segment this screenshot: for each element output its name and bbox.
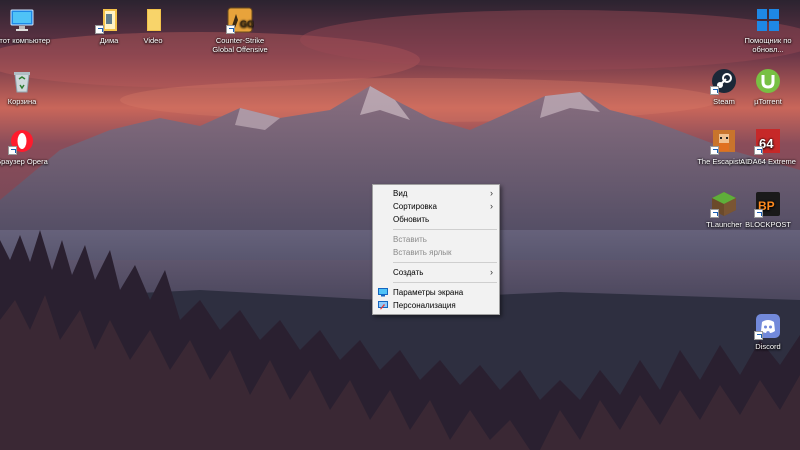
utorrent-icon xyxy=(754,67,782,95)
recycle-bin-icon xyxy=(8,67,36,95)
csgo-badge-text: GO xyxy=(240,19,254,29)
desktop-icon-label: µTorrent xyxy=(754,97,782,106)
shortcut-arrow-icon xyxy=(95,25,104,34)
desktop-icon-blockpost[interactable]: BP BLOCKPOST xyxy=(736,190,800,229)
personalization-icon xyxy=(378,301,388,310)
shortcut-arrow-icon xyxy=(226,25,235,34)
aida64-icon: 64 xyxy=(754,127,782,155)
menu-item-label: Обновить xyxy=(393,215,430,224)
menu-item-label: Персонализация xyxy=(393,301,456,310)
desktop-icon-aida64[interactable]: 64 AIDA64 Extreme xyxy=(736,127,800,166)
shortcut-arrow-icon xyxy=(754,146,763,155)
shortcut-arrow-icon xyxy=(710,146,719,155)
menu-item-label: Вставить xyxy=(393,235,427,244)
folder-icon xyxy=(95,6,123,34)
desktop-icon-label: Discord xyxy=(755,342,781,351)
menu-item-paste-shortcut: Вставить ярлык xyxy=(373,246,499,259)
folder-icon xyxy=(139,6,167,34)
chevron-right-icon: › xyxy=(490,201,493,211)
menu-item-view[interactable]: Вид › xyxy=(373,187,499,200)
shortcut-arrow-icon xyxy=(754,331,763,340)
desktop-icon-label: Браузер Opera xyxy=(0,157,48,166)
desktop-icon-folder-video[interactable]: Video xyxy=(121,6,185,45)
steam-icon xyxy=(710,67,738,95)
desktop-icon-label: Video xyxy=(143,36,163,45)
menu-separator xyxy=(393,282,497,283)
chevron-right-icon: › xyxy=(490,267,493,277)
desktop-icon-discord[interactable]: Discord xyxy=(736,312,800,351)
display-settings-icon xyxy=(378,288,388,297)
desktop-context-menu: Вид › Сортировка › Обновить Вставить Вст… xyxy=(372,184,500,315)
menu-separator xyxy=(393,262,497,263)
menu-separator xyxy=(393,229,497,230)
windows-update-assistant-icon xyxy=(754,6,782,34)
desktop[interactable]: Этот компьютер Корзина Браузер Opera Дим… xyxy=(0,0,800,450)
menu-item-paste: Вставить xyxy=(373,233,499,246)
blockpost-icon: BP xyxy=(754,190,782,218)
csgo-icon: GO xyxy=(226,6,254,34)
menu-item-label: Вставить ярлык xyxy=(393,248,452,257)
menu-item-label: Вид xyxy=(393,189,408,198)
menu-item-display-settings[interactable]: Параметры экрана xyxy=(373,286,499,299)
escapists-icon xyxy=(710,127,738,155)
shortcut-arrow-icon xyxy=(754,209,763,218)
desktop-icon-label: Counter-Strike Global Offensive xyxy=(212,36,268,54)
desktop-icon-label: BLOCKPOST xyxy=(745,220,791,229)
desktop-icon-csgo[interactable]: GO Counter-Strike Global Offensive xyxy=(208,6,272,54)
desktop-icon-update-assistant[interactable]: Помощник по обновл... xyxy=(736,6,800,54)
menu-item-label: Параметры экрана xyxy=(393,288,464,297)
menu-item-refresh[interactable]: Обновить xyxy=(373,213,499,226)
desktop-icon-label: Помощник по обновл... xyxy=(744,36,792,54)
desktop-icon-utorrent[interactable]: µTorrent xyxy=(736,67,800,106)
menu-item-new[interactable]: Создать › xyxy=(373,266,499,279)
shortcut-arrow-icon xyxy=(710,86,719,95)
menu-item-label: Сортировка xyxy=(393,202,437,211)
desktop-icon-opera[interactable]: Браузер Opera xyxy=(0,127,54,166)
desktop-icon-label: Корзина xyxy=(7,97,37,106)
desktop-icon-this-pc[interactable]: Этот компьютер xyxy=(0,6,54,45)
shortcut-arrow-icon xyxy=(710,209,719,218)
chevron-right-icon: › xyxy=(490,188,493,198)
menu-item-personalization[interactable]: Персонализация xyxy=(373,299,499,312)
shortcut-arrow-icon xyxy=(8,146,17,155)
desktop-icon-label: Этот компьютер xyxy=(0,36,51,45)
this-pc-icon xyxy=(8,6,36,34)
desktop-icon-label: AIDA64 Extreme xyxy=(740,157,796,166)
menu-item-sort[interactable]: Сортировка › xyxy=(373,200,499,213)
opera-icon xyxy=(8,127,36,155)
discord-icon xyxy=(754,312,782,340)
tlauncher-icon xyxy=(710,190,738,218)
desktop-icon-recycle-bin[interactable]: Корзина xyxy=(0,67,54,106)
menu-item-label: Создать xyxy=(393,268,424,277)
